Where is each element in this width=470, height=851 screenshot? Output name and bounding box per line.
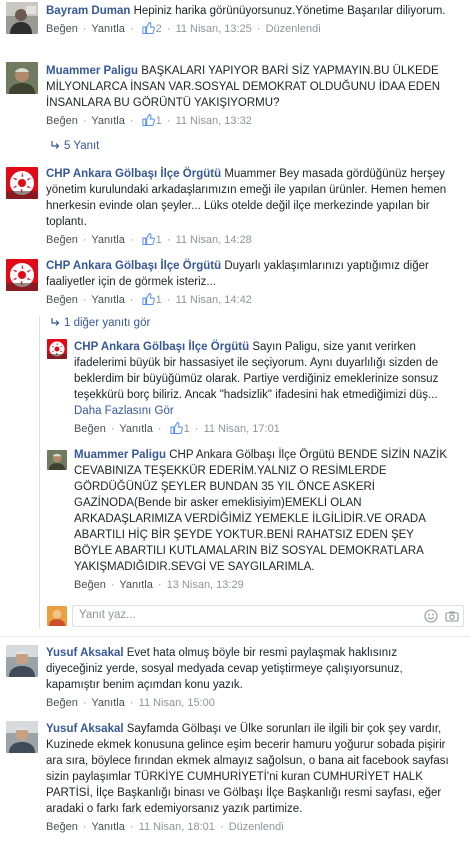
edited-label[interactable]: Düzenlendi [266,23,321,35]
view-replies-link[interactable]: 1 diğer yanıtı gör [50,315,150,331]
comment-date[interactable]: 11 Nisan, 13:32 [176,115,252,127]
comment-date[interactable]: 11 Nisan, 14:28 [176,234,252,246]
reply-button[interactable]: Yanıtla [119,423,152,435]
like-button[interactable]: Beğen [46,697,78,709]
person-photo-icon [47,450,67,470]
like-count-icon [142,293,155,305]
comment-author[interactable]: Yusuf Aksakal [46,723,124,735]
comment-date[interactable]: 11 Nisan, 18:01 [139,821,215,833]
like-button[interactable]: Beğen [46,234,78,246]
see-more-link[interactable]: Daha Fazlasını Gör [74,405,174,417]
profile-photo-icon [47,606,67,626]
like-button[interactable]: Beğen [74,579,106,591]
thread-line [39,316,40,628]
reply-button[interactable]: Yanıtla [91,23,124,35]
reply-date[interactable]: 11 Nisan, 17:01 [204,423,280,435]
reply-button[interactable]: Yanıtla [91,234,124,246]
avatar[interactable] [6,645,38,677]
person-photo-icon [6,62,38,94]
divider [0,636,470,637]
like-count-icon [142,114,155,126]
reply-input[interactable] [73,606,415,624]
avatar[interactable] [6,259,38,291]
comment-actions: Beğen · Yanıtla · 1 · 11 Nisan, 13:32 [46,114,252,127]
reply-input-box [72,605,464,627]
comment-author[interactable]: CHP Ankara Gölbaşı İlçe Örgütü [46,168,221,180]
like-button[interactable]: Beğen [46,115,78,127]
like-button[interactable]: Beğen [46,23,78,35]
reply-date[interactable]: 13 Nisan, 13:29 [167,579,244,591]
like-count[interactable]: 1 [156,115,162,127]
reply-actions: Beğen · Yanıtla · 13 Nisan, 13:29 [74,579,244,591]
chp-logo-icon [6,259,38,291]
avatar[interactable] [6,62,38,94]
emoji-icon[interactable] [424,609,438,623]
like-count[interactable]: 2 [156,23,162,35]
person-photo-icon [6,2,38,34]
comment-date[interactable]: 11 Nisan, 14:42 [176,294,252,306]
comment-date[interactable]: 11 Nisan, 13:25 [176,23,252,35]
comment-author[interactable]: Yusuf Aksakal [46,647,124,659]
reply-button[interactable]: Yanıtla [91,821,124,833]
view-replies-label[interactable]: 5 Yanıt [64,140,99,152]
comment-author[interactable]: Muammer Paligu [46,65,138,77]
reply-button[interactable]: Yanıtla [119,579,152,591]
comment-author[interactable]: Bayram Duman [46,5,130,17]
like-count-icon [142,233,155,245]
reply-author[interactable]: Muammer Paligu [74,449,166,461]
reply-button[interactable]: Yanıtla [91,294,124,306]
like-button[interactable]: Beğen [46,294,78,306]
like-count-icon [170,422,183,434]
like-count[interactable]: 1 [156,234,162,246]
avatar[interactable] [47,450,67,470]
reply-arrow-icon [51,318,60,326]
reply-author[interactable]: CHP Ankara Gölbaşı İlçe Örgütü [74,341,249,353]
reply-button[interactable]: Yanıtla [91,115,124,127]
comment-actions: Beğen · Yanıtla · 1 · 11 Nisan, 14:28 [46,233,252,246]
comment-author[interactable]: CHP Ankara Gölbaşı İlçe Örgütü [46,260,221,272]
comment-text: Sayfamda Gölbaşı ve Ülke sorunları ile i… [46,723,449,815]
like-button[interactable]: Beğen [74,423,106,435]
avatar[interactable] [6,721,38,753]
my-avatar [47,606,67,626]
chp-logo-icon [47,339,67,359]
comment-actions: Beğen · Yanıtla · 1 · 11 Nisan, 14:42 [46,293,252,306]
person-photo-icon [6,645,38,677]
edited-label[interactable]: Düzenlendi [229,821,284,833]
comment-text: Hepiniz harika görünüyorsunuz.Yönetime B… [133,5,446,17]
reply-text: CHP Ankara Gölbaşı İlçe Örgütü BENDE SİZ… [74,449,448,573]
comment-actions: Beğen · Yanıtla · 11 Nisan, 15:00 [46,697,215,709]
person-photo-icon [6,721,38,753]
view-replies-label[interactable]: 1 diğer yanıtı gör [64,317,150,329]
camera-icon[interactable] [445,609,459,623]
reply-arrow-icon [51,141,60,149]
comment-actions: Beğen · Yanıtla · 11 Nisan, 18:01 · Düze… [46,821,284,833]
view-replies-link[interactable]: 5 Yanıt [50,138,99,154]
comment-date[interactable]: 11 Nisan, 15:00 [139,697,215,709]
reply-actions: Beğen · Yanıtla · 1 · 11 Nisan, 17:01 [74,422,280,435]
avatar[interactable] [6,167,38,199]
like-count[interactable]: 1 [184,423,190,435]
avatar[interactable] [6,2,38,34]
avatar[interactable] [47,339,67,359]
like-count[interactable]: 1 [156,294,162,306]
comment-actions: Beğen · Yanıtla · 2 · 11 Nisan, 13:25 · … [46,22,321,35]
like-count-icon [142,22,155,34]
reply-button[interactable]: Yanıtla [91,697,124,709]
like-button[interactable]: Beğen [46,821,78,833]
chp-logo-icon [6,167,38,199]
